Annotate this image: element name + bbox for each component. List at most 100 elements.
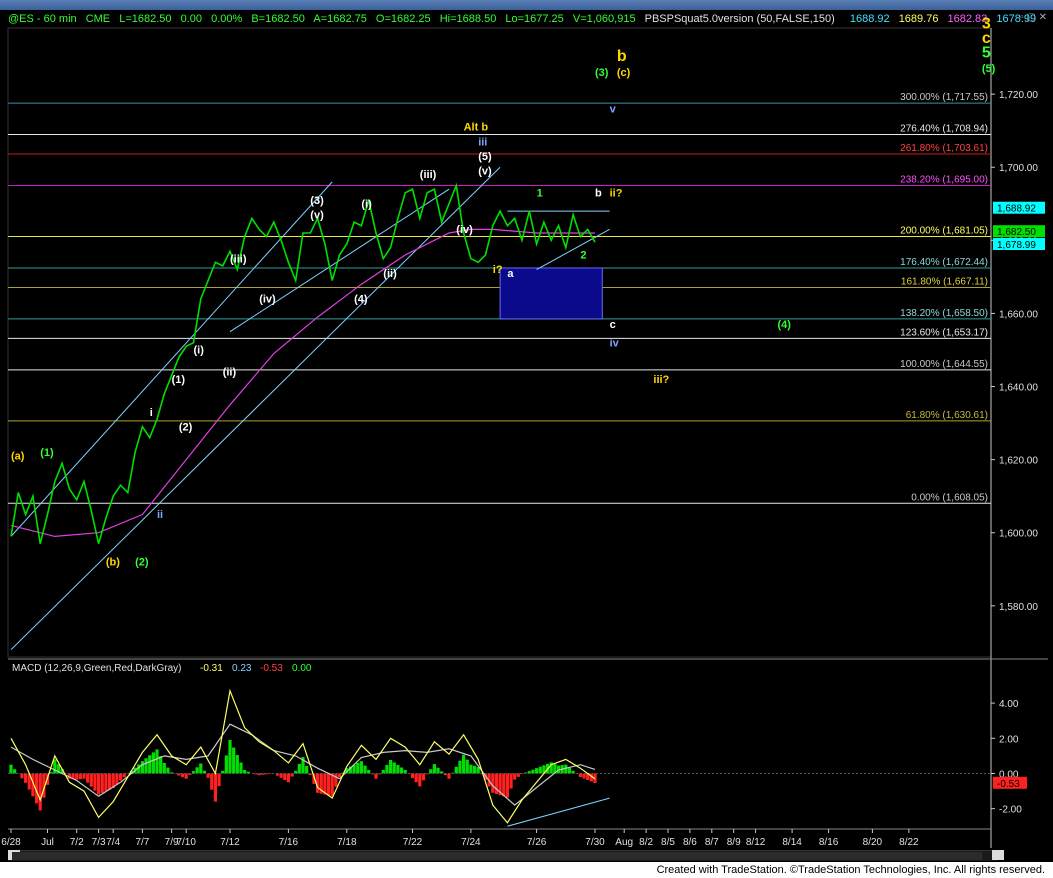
time-axis-label: 8/6 (683, 837, 697, 848)
time-axis-label: 8/20 (863, 837, 883, 848)
macd-histogram-bar (206, 773, 210, 778)
wave-label: i (150, 407, 153, 419)
macd-histogram-bar (414, 773, 418, 783)
macd-histogram-bar (359, 761, 363, 774)
wave-label: (2) (179, 421, 193, 433)
macd-histogram-bar (429, 769, 433, 774)
fib-level-label: 100.00% (1,644.55) (900, 359, 988, 370)
fib-level-label: 138.20% (1,658.50) (900, 308, 988, 319)
footer-bar: Created with TradeStation. ©TradeStation… (0, 862, 1053, 878)
fib-level-label: 123.60% (1,653.17) (900, 327, 988, 338)
macd-histogram-bar (509, 773, 513, 789)
wave-label: iii (478, 136, 487, 148)
macd-histogram-bar (151, 752, 155, 774)
wave-label: iv (610, 337, 620, 349)
wave-label: (4) (778, 319, 792, 331)
fib-level-label: 176.40% (1,672.44) (900, 257, 988, 268)
macd-histogram-bar (210, 773, 214, 790)
time-axis-label: 7/26 (527, 837, 547, 848)
macd-histogram-bar (82, 773, 86, 779)
macd-histogram-bar (213, 773, 217, 802)
macd-histogram-bar (356, 762, 360, 774)
fib-level-label: 161.80% (1,667.11) (901, 276, 988, 287)
macd-axis-label: 2.00 (999, 734, 1019, 745)
scroll-thumb[interactable] (12, 852, 982, 860)
price-flag-label: 1,678.99 (997, 240, 1036, 251)
time-axis-label: 8/12 (746, 837, 766, 848)
macd-histogram-bar (86, 773, 90, 783)
macd-histogram-bar (396, 764, 400, 774)
price-pane-frame (7, 27, 992, 658)
wave-label: (5) (982, 63, 996, 75)
wave-label: b (617, 48, 627, 65)
macd-histogram-bar (107, 773, 112, 790)
macd-histogram-bar (144, 758, 148, 774)
macd-histogram-bar (538, 766, 542, 774)
time-axis-label: Jul (41, 837, 54, 848)
macd-histogram-bar (465, 759, 469, 774)
macd-histogram-bar (232, 747, 236, 774)
time-axis-label: 7/16 (279, 837, 299, 848)
macd-histogram-bar (418, 773, 422, 787)
macd-trend-line (507, 797, 610, 827)
macd-histogram-bar (374, 773, 378, 779)
time-axis-label: 8/9 (727, 837, 741, 848)
fib-level-label: 238.20% (1,695.00) (900, 175, 988, 186)
macd-histogram-bar (403, 769, 407, 774)
macd-histogram-bar (217, 773, 221, 787)
time-axis-label: 8/22 (899, 837, 919, 848)
macd-histogram-bar (159, 756, 163, 774)
price-flag-label: 1,688.92 (997, 204, 1036, 215)
horizontal-scrollbar[interactable] (8, 850, 1004, 861)
macd-value: -0.31 (200, 663, 223, 674)
macd-histogram-bar (330, 773, 334, 797)
wave-label: (iii) (230, 253, 247, 265)
macd-title: MACD (12,26,9,Green,Red,DarkGray) (12, 663, 182, 674)
macd-histogram-bar (462, 754, 466, 774)
price-axis-label: 1,720.00 (999, 90, 1038, 101)
macd-histogram-bar (118, 773, 123, 781)
fib-level-label: 0.00% (1,608.05) (911, 492, 988, 503)
wave-label: (iv) (456, 224, 473, 236)
price-axis-label: 1,620.00 (999, 456, 1038, 467)
wave-label: (i) (361, 198, 372, 210)
wave-label: (b) (106, 557, 120, 569)
wave-label: i? (493, 264, 503, 276)
wave-label: ii (157, 509, 163, 521)
wave-label: c (610, 319, 616, 331)
macd-histogram-bar (166, 767, 170, 774)
macd-histogram-bar (305, 765, 309, 774)
wave-label: (i) (194, 345, 205, 357)
macd-histogram-bar (286, 773, 290, 783)
time-axis-label: 8/14 (782, 837, 802, 848)
scroll-right-button[interactable] (992, 850, 1004, 860)
macd-histogram-bar (334, 773, 338, 787)
price-axis-label: 1,600.00 (999, 529, 1038, 540)
wave-label: Alt b (464, 122, 489, 134)
macd-histogram-bar (199, 763, 203, 774)
macd-histogram-bar (491, 773, 495, 793)
time-axis-label: 7/12 (220, 837, 240, 848)
macd-histogram-bar (502, 773, 506, 797)
macd-histogram-bar (516, 773, 520, 777)
time-axis-label: 7/7 (135, 837, 149, 848)
macd-axis-label: 4.00 (999, 699, 1019, 710)
copyright-text: Created with TradeStation. ©TradeStation… (656, 864, 1045, 876)
macd-histogram-bar (472, 765, 477, 774)
macd-histogram-bar (367, 769, 371, 774)
price-line (10, 182, 596, 544)
price-flag-label: 1,682.50 (997, 227, 1036, 238)
wave-label: a (507, 268, 514, 280)
macd-histogram-bar (228, 740, 232, 774)
macd-histogram-bar (578, 773, 582, 777)
time-axis-label: 7/18 (337, 837, 357, 848)
price-chart[interactable]: 1,720.001,700.001,680.001,660.001,640.00… (0, 0, 1053, 862)
macd-histogram-bar (53, 759, 57, 774)
price-axis-label: 1,640.00 (999, 383, 1038, 394)
macd-histogram-bar (180, 773, 185, 778)
macd-histogram-bar (410, 773, 415, 779)
macd-histogram-bar (243, 769, 247, 774)
macd-line (10, 688, 596, 824)
macd-histogram-bar (421, 773, 426, 781)
macd-histogram-bar (447, 773, 451, 779)
